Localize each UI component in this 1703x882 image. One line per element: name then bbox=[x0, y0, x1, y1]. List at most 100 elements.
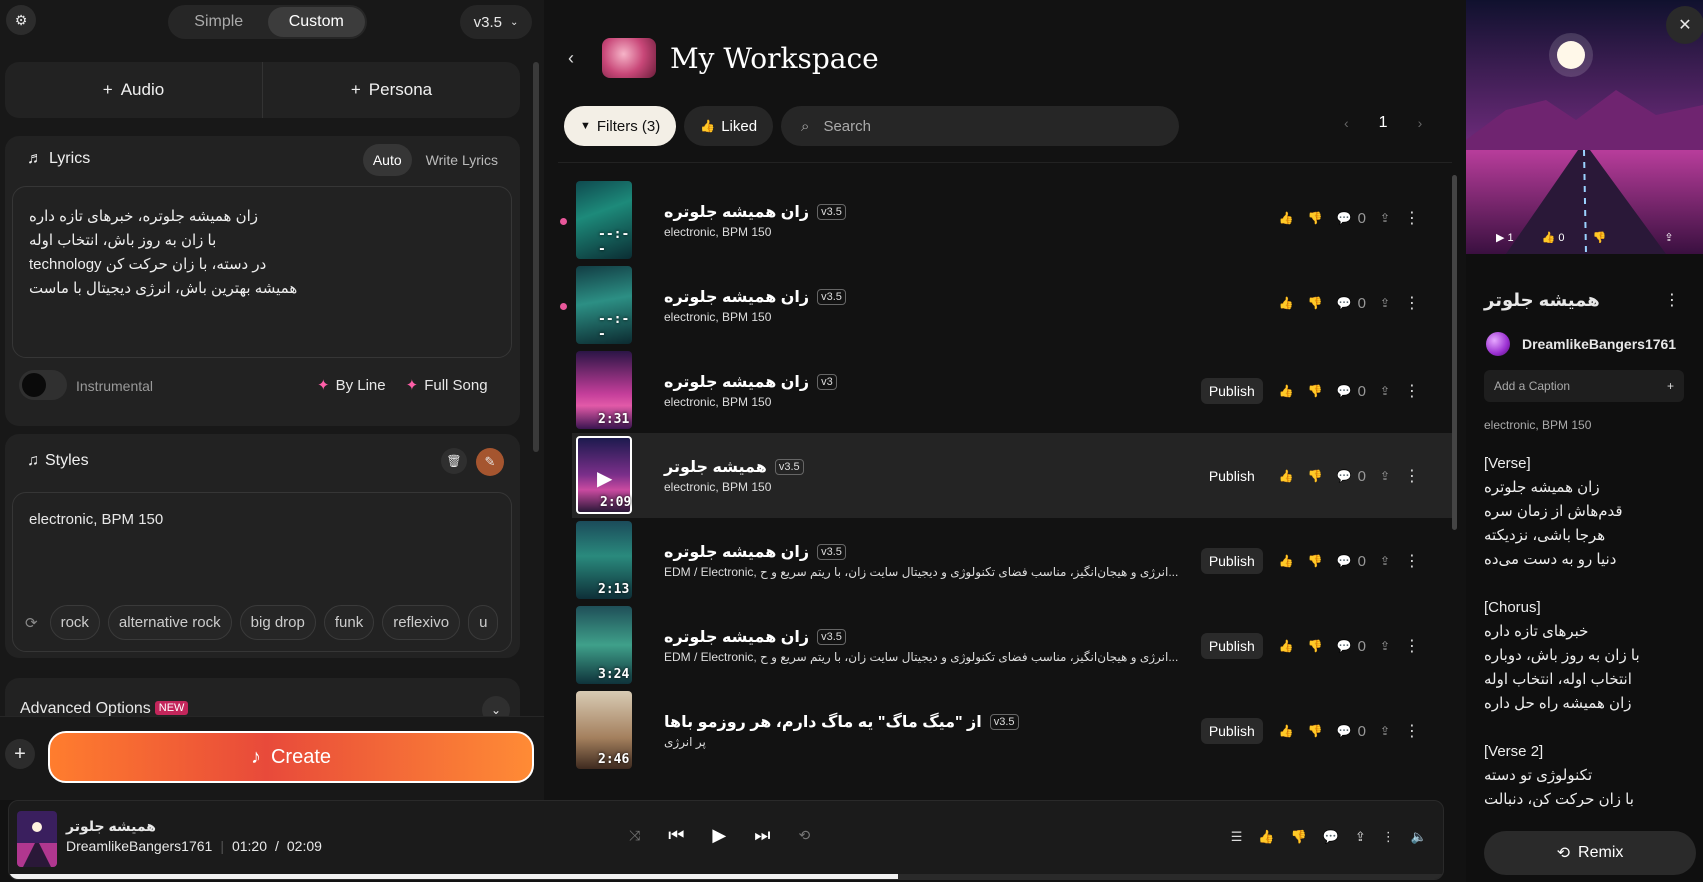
refresh-icon[interactable]: ⟳ bbox=[21, 614, 42, 632]
style-tag[interactable]: alternative rock bbox=[107, 605, 232, 640]
settings-button[interactable]: ⚙ bbox=[6, 5, 36, 35]
close-button[interactable]: ✕ bbox=[1666, 6, 1703, 44]
left-scrollbar[interactable] bbox=[533, 62, 539, 452]
magic-styles-button[interactable]: ✎ bbox=[476, 448, 504, 476]
thumbs-down-icon[interactable]: 👎 bbox=[1308, 211, 1323, 225]
thumbs-up-icon[interactable]: 👍 bbox=[1279, 384, 1294, 398]
share-icon[interactable]: ⇪ bbox=[1380, 211, 1390, 225]
like-button[interactable]: 👍 0 bbox=[1542, 231, 1565, 244]
clear-styles-button[interactable]: 🗑 bbox=[441, 448, 467, 474]
track-row[interactable]: 2:46 از "میگ ماگ" یه ماگ دارم، هر روزمو ب… bbox=[572, 688, 1452, 773]
search-input[interactable]: ⌕ Search bbox=[781, 106, 1180, 146]
more-options-icon[interactable]: ⋮ bbox=[1404, 551, 1420, 571]
play-icon[interactable]: ▶ bbox=[712, 825, 726, 846]
track-title[interactable]: از "میگ ماگ" یه ماگ دارم، هر روزمو باها bbox=[664, 712, 982, 732]
progress-bar[interactable] bbox=[9, 874, 1443, 879]
thumbs-down-icon[interactable]: 👎 bbox=[1308, 384, 1323, 398]
add-button[interactable]: + bbox=[5, 739, 35, 769]
more-options-icon[interactable]: ⋮ bbox=[1404, 293, 1420, 313]
comment-icon[interactable]: 💬 bbox=[1337, 384, 1352, 398]
volume-icon[interactable]: 🔈 bbox=[1411, 829, 1427, 845]
instrumental-toggle[interactable] bbox=[19, 370, 67, 400]
track-title[interactable]: زان همیشه جلوتره bbox=[664, 372, 809, 392]
dislike-icon[interactable]: 👎 bbox=[1593, 231, 1607, 244]
next-icon[interactable]: ⏭ bbox=[754, 825, 770, 846]
thumbs-up-icon[interactable]: 👍 bbox=[1279, 639, 1294, 653]
more-options-icon[interactable]: ⋮ bbox=[1404, 208, 1420, 228]
advanced-options[interactable]: Advanced Options NEW ⌄ bbox=[5, 678, 520, 724]
share-icon[interactable]: ⇪ bbox=[1380, 639, 1390, 653]
thumbs-down-icon[interactable]: 👎 bbox=[1308, 469, 1323, 483]
share-icon[interactable]: ⇪ bbox=[1380, 469, 1390, 483]
track-row[interactable]: 2:13 زان همیشه جلوتره v3.5 EDM / Electronic… bbox=[572, 518, 1452, 603]
repeat-icon[interactable]: ⟲ bbox=[798, 827, 810, 844]
thumbs-down-icon[interactable]: 👎 bbox=[1308, 296, 1323, 310]
list-scrollbar[interactable] bbox=[1452, 175, 1457, 530]
share-icon[interactable]: ⇪ bbox=[1380, 384, 1390, 398]
share-icon[interactable]: ⇪ bbox=[1355, 829, 1366, 845]
more-options-icon[interactable]: ⋮ bbox=[1382, 829, 1395, 845]
style-tag[interactable]: reflexivo bbox=[382, 605, 461, 640]
lyrics-textarea[interactable]: زان همیشه جلوتره، خبرهای تازه داره با زا… bbox=[12, 186, 512, 358]
publish-button[interactable]: Publish bbox=[1201, 463, 1263, 489]
track-title[interactable]: همیشه جلوتر bbox=[664, 457, 767, 477]
next-page-icon[interactable]: › bbox=[1418, 115, 1423, 131]
liked-button[interactable]: 👍 Liked bbox=[684, 106, 774, 146]
more-options-icon[interactable]: ⋮ bbox=[1664, 290, 1680, 310]
track-cover[interactable]: --:-- bbox=[576, 181, 632, 259]
thumbs-up-icon[interactable]: 👍 bbox=[1279, 211, 1294, 225]
track-row[interactable]: 2:31 زان همیشه جلوتره v3 electronic, BPM 15… bbox=[572, 348, 1452, 433]
thumbs-down-icon[interactable]: 👎 bbox=[1308, 724, 1323, 738]
comment-icon[interactable]: 💬 bbox=[1337, 211, 1352, 225]
shuffle-icon[interactable]: ⤨ bbox=[629, 827, 640, 844]
comment-icon[interactable]: 💬 bbox=[1337, 724, 1352, 738]
more-options-icon[interactable]: ⋮ bbox=[1404, 381, 1420, 401]
more-options-icon[interactable]: ⋮ bbox=[1404, 636, 1420, 656]
comment-icon[interactable]: 💬 bbox=[1337, 639, 1352, 653]
filters-button[interactable]: ▼ Filters (3) bbox=[564, 106, 677, 146]
style-tag[interactable]: big drop bbox=[239, 605, 316, 640]
track-title[interactable]: زان همیشه جلوتره bbox=[664, 287, 809, 307]
publish-button[interactable]: Publish bbox=[1200, 718, 1263, 744]
comment-icon[interactable]: 💬 bbox=[1337, 296, 1352, 310]
thumbs-down-icon[interactable]: 👎 bbox=[1308, 554, 1323, 568]
more-options-icon[interactable]: ⋮ bbox=[1404, 466, 1420, 486]
share-icon[interactable]: ⇪ bbox=[1380, 554, 1390, 568]
thumbs-up-icon[interactable]: 👍 bbox=[1279, 724, 1294, 738]
thumbs-up-icon[interactable]: 👍 bbox=[1279, 469, 1294, 483]
full-song-button[interactable]: ✦ Full Song bbox=[406, 376, 488, 394]
publish-button[interactable]: Publish bbox=[1200, 633, 1263, 659]
add-persona-button[interactable]: + Persona bbox=[263, 62, 520, 118]
create-button[interactable]: ♪ Create bbox=[48, 731, 534, 783]
back-arrow-icon[interactable]: ‹ bbox=[568, 48, 588, 69]
track-cover[interactable]: 2:31 bbox=[576, 351, 632, 429]
share-icon[interactable]: ⇪ bbox=[1380, 296, 1390, 310]
publish-button[interactable]: Publish bbox=[1200, 548, 1263, 574]
track-title[interactable]: زان همیشه جلوتره bbox=[664, 627, 809, 647]
track-row[interactable]: ▶ 2:09 همیشه جلوتر v3.5 electronic, BPM 150 P… bbox=[572, 433, 1452, 518]
tab-write-lyrics[interactable]: Write Lyrics bbox=[416, 144, 508, 176]
tab-auto[interactable]: Auto bbox=[362, 144, 412, 176]
comment-icon[interactable]: 💬 bbox=[1323, 829, 1339, 845]
by-line-button[interactable]: ✦ By Line bbox=[317, 376, 386, 394]
track-row[interactable]: 3:24 زان همیشه جلوتره v3.5 EDM / Electronic… bbox=[572, 603, 1452, 688]
track-title[interactable]: زان همیشه جلوتره bbox=[664, 542, 809, 562]
thumbs-down-icon[interactable]: 👎 bbox=[1308, 639, 1323, 653]
caption-input[interactable]: Add a Caption + bbox=[1484, 370, 1684, 402]
style-tag[interactable]: funk bbox=[323, 605, 375, 640]
tab-simple[interactable]: Simple bbox=[170, 7, 268, 37]
queue-icon[interactable]: ☰ bbox=[1231, 829, 1243, 845]
track-cover[interactable]: 2:13 bbox=[576, 521, 632, 599]
author[interactable]: DreamlikeBangers1761 bbox=[1486, 332, 1676, 356]
styles-input[interactable]: electronic, BPM 150 ⟳ rock alternative r… bbox=[12, 492, 512, 697]
style-tag[interactable]: u bbox=[468, 605, 499, 640]
play-icon[interactable]: ▶ bbox=[597, 466, 612, 491]
thumbs-up-icon[interactable]: 👍 bbox=[1258, 829, 1274, 845]
prev-page-icon[interactable]: ‹ bbox=[1344, 115, 1349, 131]
share-icon[interactable]: ⇪ bbox=[1380, 724, 1390, 738]
track-cover[interactable]: ▶ 2:09 bbox=[576, 436, 632, 514]
publish-button[interactable]: Publish bbox=[1200, 378, 1263, 404]
comment-icon[interactable]: 💬 bbox=[1337, 554, 1352, 568]
share-icon[interactable]: ⇪ bbox=[1664, 231, 1673, 244]
version-select[interactable]: v3.5 ⌄ bbox=[460, 5, 532, 39]
